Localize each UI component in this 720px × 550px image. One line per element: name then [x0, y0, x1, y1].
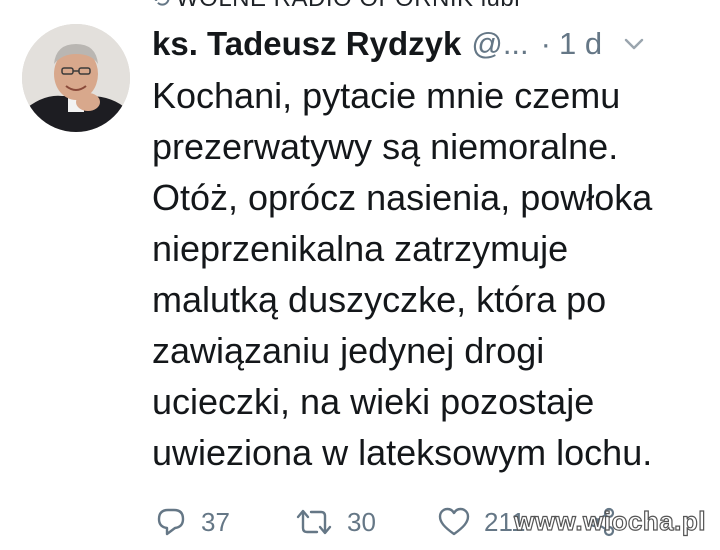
tweet-text-line: Otóż, oprócz nasienia, powłoka: [152, 177, 653, 218]
reply-button[interactable]: 37: [155, 502, 230, 542]
separator-dot: ·: [540, 26, 551, 61]
reply-count: 37: [201, 506, 230, 537]
tweet-text-line: ucieczki, na wieki pozostaje: [152, 381, 595, 422]
retweet-button[interactable]: 30: [295, 502, 376, 542]
retweet-count: 30: [347, 506, 376, 537]
display-name[interactable]: ks. Tadeusz Rydzyk: [152, 25, 461, 63]
tweet-screenshot: ⟲ WOLNE RADIO OPORNIK lubi ks. Tadeusz R…: [0, 0, 720, 550]
chevron-down-icon[interactable]: [624, 37, 644, 51]
retweet-context: ⟲ WOLNE RADIO OPORNIK lubi: [150, 0, 520, 14]
like-button[interactable]: 211: [438, 502, 525, 542]
retweet-context-text: WOLNE RADIO OPORNIK lubi: [176, 0, 520, 13]
tweet-text-line: uwieziona w lateksowym lochu.: [152, 432, 653, 473]
avatar[interactable]: [22, 24, 130, 132]
tweet-text-line: malutką duszyczke, która po: [152, 279, 607, 320]
tweet-text: Kochani, pytacie mnie czemu prezerwatywy…: [152, 70, 712, 478]
tweet-text-line: nieprzenikalna zatrzymuje: [152, 228, 569, 269]
heart-icon: [438, 507, 470, 537]
tweet-text-line: prezerwatywy są niemoralne.: [152, 126, 619, 167]
reply-icon: [155, 506, 187, 538]
tweet-header: ks. Tadeusz Rydzyk @... · 1 d: [152, 20, 712, 68]
tweet-text-line: zawiązaniu jedynej drogi: [152, 330, 545, 371]
avatar-photo: [22, 24, 130, 132]
tweet-timestamp[interactable]: 1 d: [559, 26, 602, 62]
tweet-text-line: Kochani, pytacie mnie czemu: [152, 75, 621, 116]
user-handle[interactable]: @...: [471, 26, 528, 62]
retweet-context-icon: ⟲: [150, 0, 170, 14]
watermark: www.wiocha.pl: [514, 505, 707, 536]
retweet-icon: [295, 506, 333, 538]
